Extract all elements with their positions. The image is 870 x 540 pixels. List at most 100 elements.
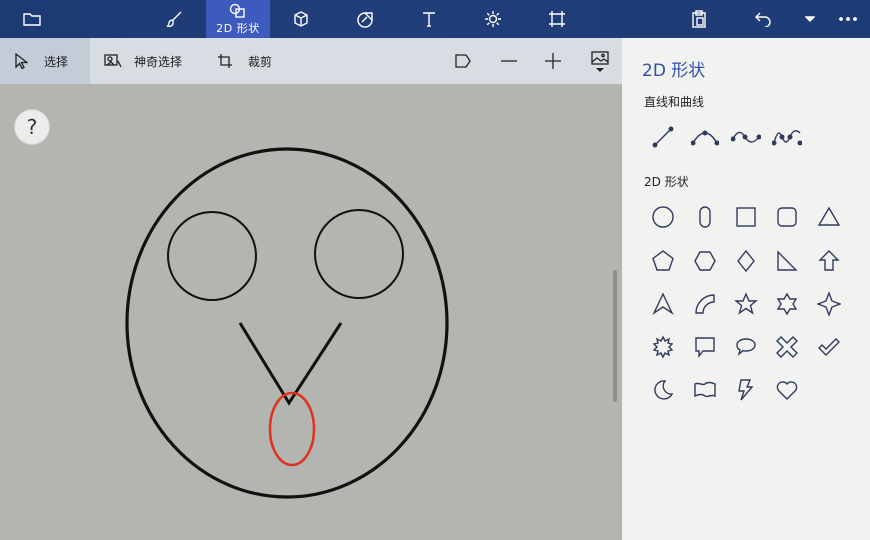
crescent-moon-icon bbox=[654, 380, 674, 400]
2d-shapes-heading: 2D 形状 bbox=[644, 175, 689, 189]
more-options-button[interactable] bbox=[830, 0, 866, 38]
star4-shape[interactable] bbox=[812, 287, 846, 321]
paste-icon bbox=[692, 10, 706, 28]
line-tool[interactable] bbox=[646, 120, 680, 154]
star-icon bbox=[734, 292, 758, 315]
zigzag-curve-icon bbox=[772, 130, 802, 146]
speech-box-icon bbox=[695, 337, 715, 358]
nose-v-shape bbox=[238, 322, 343, 406]
zoom-in-button[interactable] bbox=[545, 38, 563, 84]
quarter-arc-shape[interactable] bbox=[688, 287, 722, 321]
minus-icon bbox=[501, 60, 517, 62]
shapes-panel: 2D 形状 直线和曲线 2D 形状 bbox=[622, 38, 870, 540]
canvas-button[interactable] bbox=[539, 0, 575, 38]
crop-icon bbox=[218, 54, 232, 68]
help-label: ? bbox=[26, 115, 38, 139]
sticker-icon bbox=[356, 11, 373, 28]
right-triangle-shape[interactable] bbox=[770, 244, 804, 278]
check-shape[interactable] bbox=[812, 330, 846, 364]
brushes-button[interactable] bbox=[156, 0, 192, 38]
double-wave-tool[interactable] bbox=[770, 120, 804, 154]
history-dropdown-button[interactable] bbox=[795, 0, 825, 38]
menu-folder-button[interactable] bbox=[14, 0, 50, 38]
arrowhead-icon bbox=[652, 292, 674, 315]
history-dropdown-icon bbox=[805, 16, 815, 22]
effects-button[interactable] bbox=[475, 0, 511, 38]
wave-curve-icon bbox=[731, 131, 761, 143]
curve-tool[interactable] bbox=[688, 120, 722, 154]
help-button[interactable]: ? bbox=[14, 109, 50, 145]
paste-button[interactable] bbox=[681, 0, 717, 38]
select-label: 选择 bbox=[44, 54, 69, 69]
banner-shape[interactable] bbox=[688, 373, 722, 407]
burst-shape[interactable] bbox=[646, 330, 680, 364]
arrowhead-shape[interactable] bbox=[646, 287, 680, 321]
diamond-icon bbox=[737, 249, 755, 273]
crescent-shape[interactable] bbox=[646, 373, 680, 407]
circle-shape[interactable] bbox=[646, 200, 680, 234]
x-mark-icon bbox=[776, 336, 798, 358]
checkmark-icon bbox=[818, 338, 840, 356]
square-shape[interactable] bbox=[729, 200, 763, 234]
lightning-shape[interactable] bbox=[729, 373, 763, 407]
magic-select-icon bbox=[104, 54, 122, 68]
brush-icon bbox=[166, 11, 182, 28]
rounded-square-shape[interactable] bbox=[770, 200, 804, 234]
text-icon bbox=[423, 12, 435, 27]
speech-box-shape[interactable] bbox=[688, 330, 722, 364]
3d-shapes-button[interactable] bbox=[283, 0, 319, 38]
diamond-shape[interactable] bbox=[729, 244, 763, 278]
star5-shape[interactable] bbox=[729, 287, 763, 321]
square-icon bbox=[736, 207, 756, 227]
select-button[interactable]: 选择 bbox=[0, 38, 90, 84]
arrow-up-shape[interactable] bbox=[812, 244, 846, 278]
flag-button[interactable] bbox=[455, 38, 475, 84]
crop-button[interactable]: 裁剪 bbox=[217, 38, 287, 84]
heart-shape[interactable] bbox=[770, 373, 804, 407]
pill-icon bbox=[699, 206, 711, 228]
triangle-shape[interactable] bbox=[812, 200, 846, 234]
hexagon-shape[interactable] bbox=[688, 244, 722, 278]
zoom-out-button[interactable] bbox=[501, 38, 519, 84]
right-eye bbox=[314, 209, 404, 299]
x-shape[interactable] bbox=[770, 330, 804, 364]
plus-icon bbox=[545, 53, 561, 69]
triangle-icon bbox=[817, 206, 841, 226]
six-point-star-icon bbox=[776, 292, 798, 316]
four-point-star-icon bbox=[817, 292, 841, 316]
arrow-up-icon bbox=[818, 250, 840, 271]
undo-button[interactable] bbox=[745, 0, 781, 38]
2d-shapes-tab-label: 2D 形状 bbox=[216, 21, 260, 35]
3d-cube-icon bbox=[294, 11, 308, 27]
view-options-button[interactable] bbox=[590, 38, 610, 84]
stickers-button[interactable] bbox=[347, 0, 383, 38]
magic-select-label: 神奇选择 bbox=[134, 54, 183, 69]
speech-bubble-icon bbox=[736, 338, 756, 356]
cursor-arrow-icon bbox=[15, 53, 28, 69]
mouth-red-oval bbox=[268, 391, 316, 467]
folder-icon bbox=[23, 13, 41, 26]
drawing-canvas[interactable] bbox=[0, 84, 622, 540]
crop-label: 裁剪 bbox=[248, 54, 273, 69]
pill-shape[interactable] bbox=[688, 200, 722, 234]
2d-shapes-tab[interactable]: 2D 形状 bbox=[206, 0, 270, 38]
text-button[interactable] bbox=[411, 0, 447, 38]
pentagon-shape[interactable] bbox=[646, 244, 680, 278]
curve-icon bbox=[691, 130, 719, 146]
s-curve-tool[interactable] bbox=[729, 120, 763, 154]
pentagon-icon bbox=[652, 250, 674, 271]
magic-select-button[interactable]: 神奇选择 bbox=[104, 38, 204, 84]
burst-icon bbox=[652, 335, 674, 359]
star6-shape[interactable] bbox=[770, 287, 804, 321]
arc-icon bbox=[695, 294, 715, 314]
canvas-scrollbar[interactable] bbox=[613, 270, 617, 402]
left-eye bbox=[167, 211, 257, 301]
circle-icon bbox=[652, 206, 674, 228]
banner-icon bbox=[694, 381, 716, 398]
speech-bubble-shape[interactable] bbox=[729, 330, 763, 364]
rounded-square-icon bbox=[777, 207, 797, 227]
canvas-icon bbox=[549, 11, 565, 27]
lines-curves-heading: 直线和曲线 bbox=[644, 95, 705, 109]
2d-shapes-icon bbox=[229, 3, 245, 18]
top-toolbar: 2D 形状 bbox=[0, 0, 870, 38]
